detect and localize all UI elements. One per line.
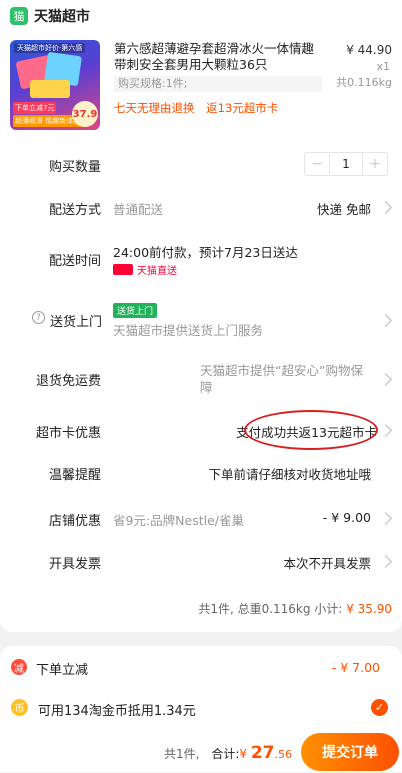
delivery-fee: 快递 免邮: [317, 202, 371, 217]
row-shop-discount[interactable]: 店铺优惠 省9元:品牌Nestle/雀巢 - ¥ 9.00: [0, 499, 402, 539]
shop-discount-amount: - ¥ 9.00: [322, 510, 371, 525]
discount-icon: 减: [11, 659, 27, 675]
shop-discount-desc: 省9元:品牌Nestle/雀巢: [113, 513, 244, 528]
tmall-direct-badge: 天猫直送: [113, 262, 177, 277]
row-label: 店铺优惠: [49, 514, 102, 529]
subtotal-line: 共1件, 总重0.116kg 小计: ¥ 35.90: [198, 600, 392, 617]
reminder-value: 下单前请仔细核对收货地址哦: [208, 467, 371, 482]
subtotal-amount: ¥ 35.90: [346, 602, 392, 616]
row-delivery-method[interactable]: 配送方式 普通配送 快递 免邮: [0, 187, 402, 227]
tmall-supermarket-logo-icon: 猫: [10, 7, 28, 25]
door-delivery-value: 天猫超市提供送货上门服务: [113, 323, 264, 338]
subtotal-text: 共1件, 总重0.116kg 小计:: [198, 602, 343, 616]
chevron-right-icon: [379, 314, 392, 327]
increase-button[interactable]: +: [363, 153, 387, 175]
door-delivery-badge: 送货上门: [113, 303, 158, 318]
row-label: 开具发票: [49, 557, 102, 572]
row-free-return[interactable]: 退货免运费 天猫超市提供“超安心”购物保障: [0, 357, 402, 401]
order-total: 共1件, 合计:¥ 27.56: [164, 743, 292, 763]
submit-order-button[interactable]: 提交订单: [301, 733, 399, 771]
delivery-time-value: 24:00前付款，预计7月23日送达: [113, 245, 298, 260]
tmall-cat-icon: [113, 264, 133, 275]
chevron-right-icon: [379, 424, 392, 437]
row-label: 送货上门: [50, 315, 103, 330]
decrease-button[interactable]: −: [305, 153, 329, 175]
chevron-right-icon: [379, 512, 392, 525]
thumb-price-tag: 37.9: [72, 101, 98, 127]
row-invoice[interactable]: 开具发票 本次不开具发票: [0, 542, 402, 582]
order-discount-value: - ¥ 7.00: [331, 660, 380, 675]
coin-deduction-label: 可用134淘金币抵用1.34元: [38, 704, 196, 719]
service-tag: 返13元超市卡: [206, 101, 279, 115]
tmall-direct-label: 天猫直送: [137, 266, 177, 277]
total-amount-int: 27: [250, 743, 275, 763]
total-amount-decimal: .56: [274, 748, 293, 761]
product-title[interactable]: 第六感超薄避孕套超滑冰火一体情趣带刺安全套男用大颗粒36只: [114, 41, 324, 73]
total-count: 共1件,: [164, 747, 200, 761]
row-door-delivery[interactable]: 送货上门 天猫超市提供送货上门服务: [0, 300, 402, 340]
service-tag: 七天无理由退换: [114, 101, 195, 115]
invoice-value: 本次不开具发票: [283, 556, 371, 571]
quantity-value[interactable]: 1: [329, 153, 363, 175]
row-delivery-time: 配送时间 24:00前付款，预计7月23日送达: [0, 238, 402, 282]
total-label: 合计:: [211, 747, 240, 761]
chevron-right-icon: [379, 201, 392, 214]
row-label: 退货免运费: [36, 374, 102, 389]
chevron-right-icon: [379, 373, 392, 386]
quantity-stepper[interactable]: − 1 +: [304, 152, 388, 176]
thumb-promo: 下单立减7元: [13, 102, 57, 114]
free-return-value: 天猫超市提供“超安心”购物保障: [200, 363, 363, 395]
row-reminder: 温馨提醒 下单前请仔细核对收货地址哦: [0, 454, 402, 494]
taobao-coin-icon: 币: [11, 699, 28, 716]
thumb-box-art: [30, 80, 70, 98]
coin-checkbox-checked-icon[interactable]: ✓: [371, 699, 388, 716]
total-currency: ¥: [239, 747, 247, 761]
product-price: ¥ 44.90: [346, 43, 392, 57]
chevron-right-icon: [379, 555, 392, 568]
delivery-type: 普通配送: [113, 202, 164, 217]
product-service-tags: 七天无理由退换 返13元超市卡: [114, 100, 286, 116]
product-spec[interactable]: 购买规格:1件;: [114, 76, 322, 92]
annotation-circle: [244, 410, 378, 450]
row-label: 配送方式: [49, 203, 102, 218]
product-quantity: x1: [376, 60, 390, 73]
product-weight: 共0.116kg: [336, 76, 392, 89]
store-header[interactable]: 猫 天猫超市: [10, 6, 90, 26]
row-label: 配送时间: [49, 254, 102, 269]
row-label: 温馨提醒: [49, 468, 102, 483]
store-name: 天猫超市: [34, 9, 90, 25]
row-label: 购买数量: [49, 160, 102, 175]
row-label: 超市卡优惠: [36, 426, 102, 441]
product-thumbnail[interactable]: 天猫超市好价·第六感 下单立减7元 超薄顺滑 情趣新体验 37.9: [10, 40, 100, 130]
product-item[interactable]: 天猫超市好价·第六感 下单立减7元 超薄顺滑 情趣新体验 37.9 第六感超薄避…: [10, 40, 394, 130]
order-discount-label: 下单立减: [36, 663, 89, 678]
